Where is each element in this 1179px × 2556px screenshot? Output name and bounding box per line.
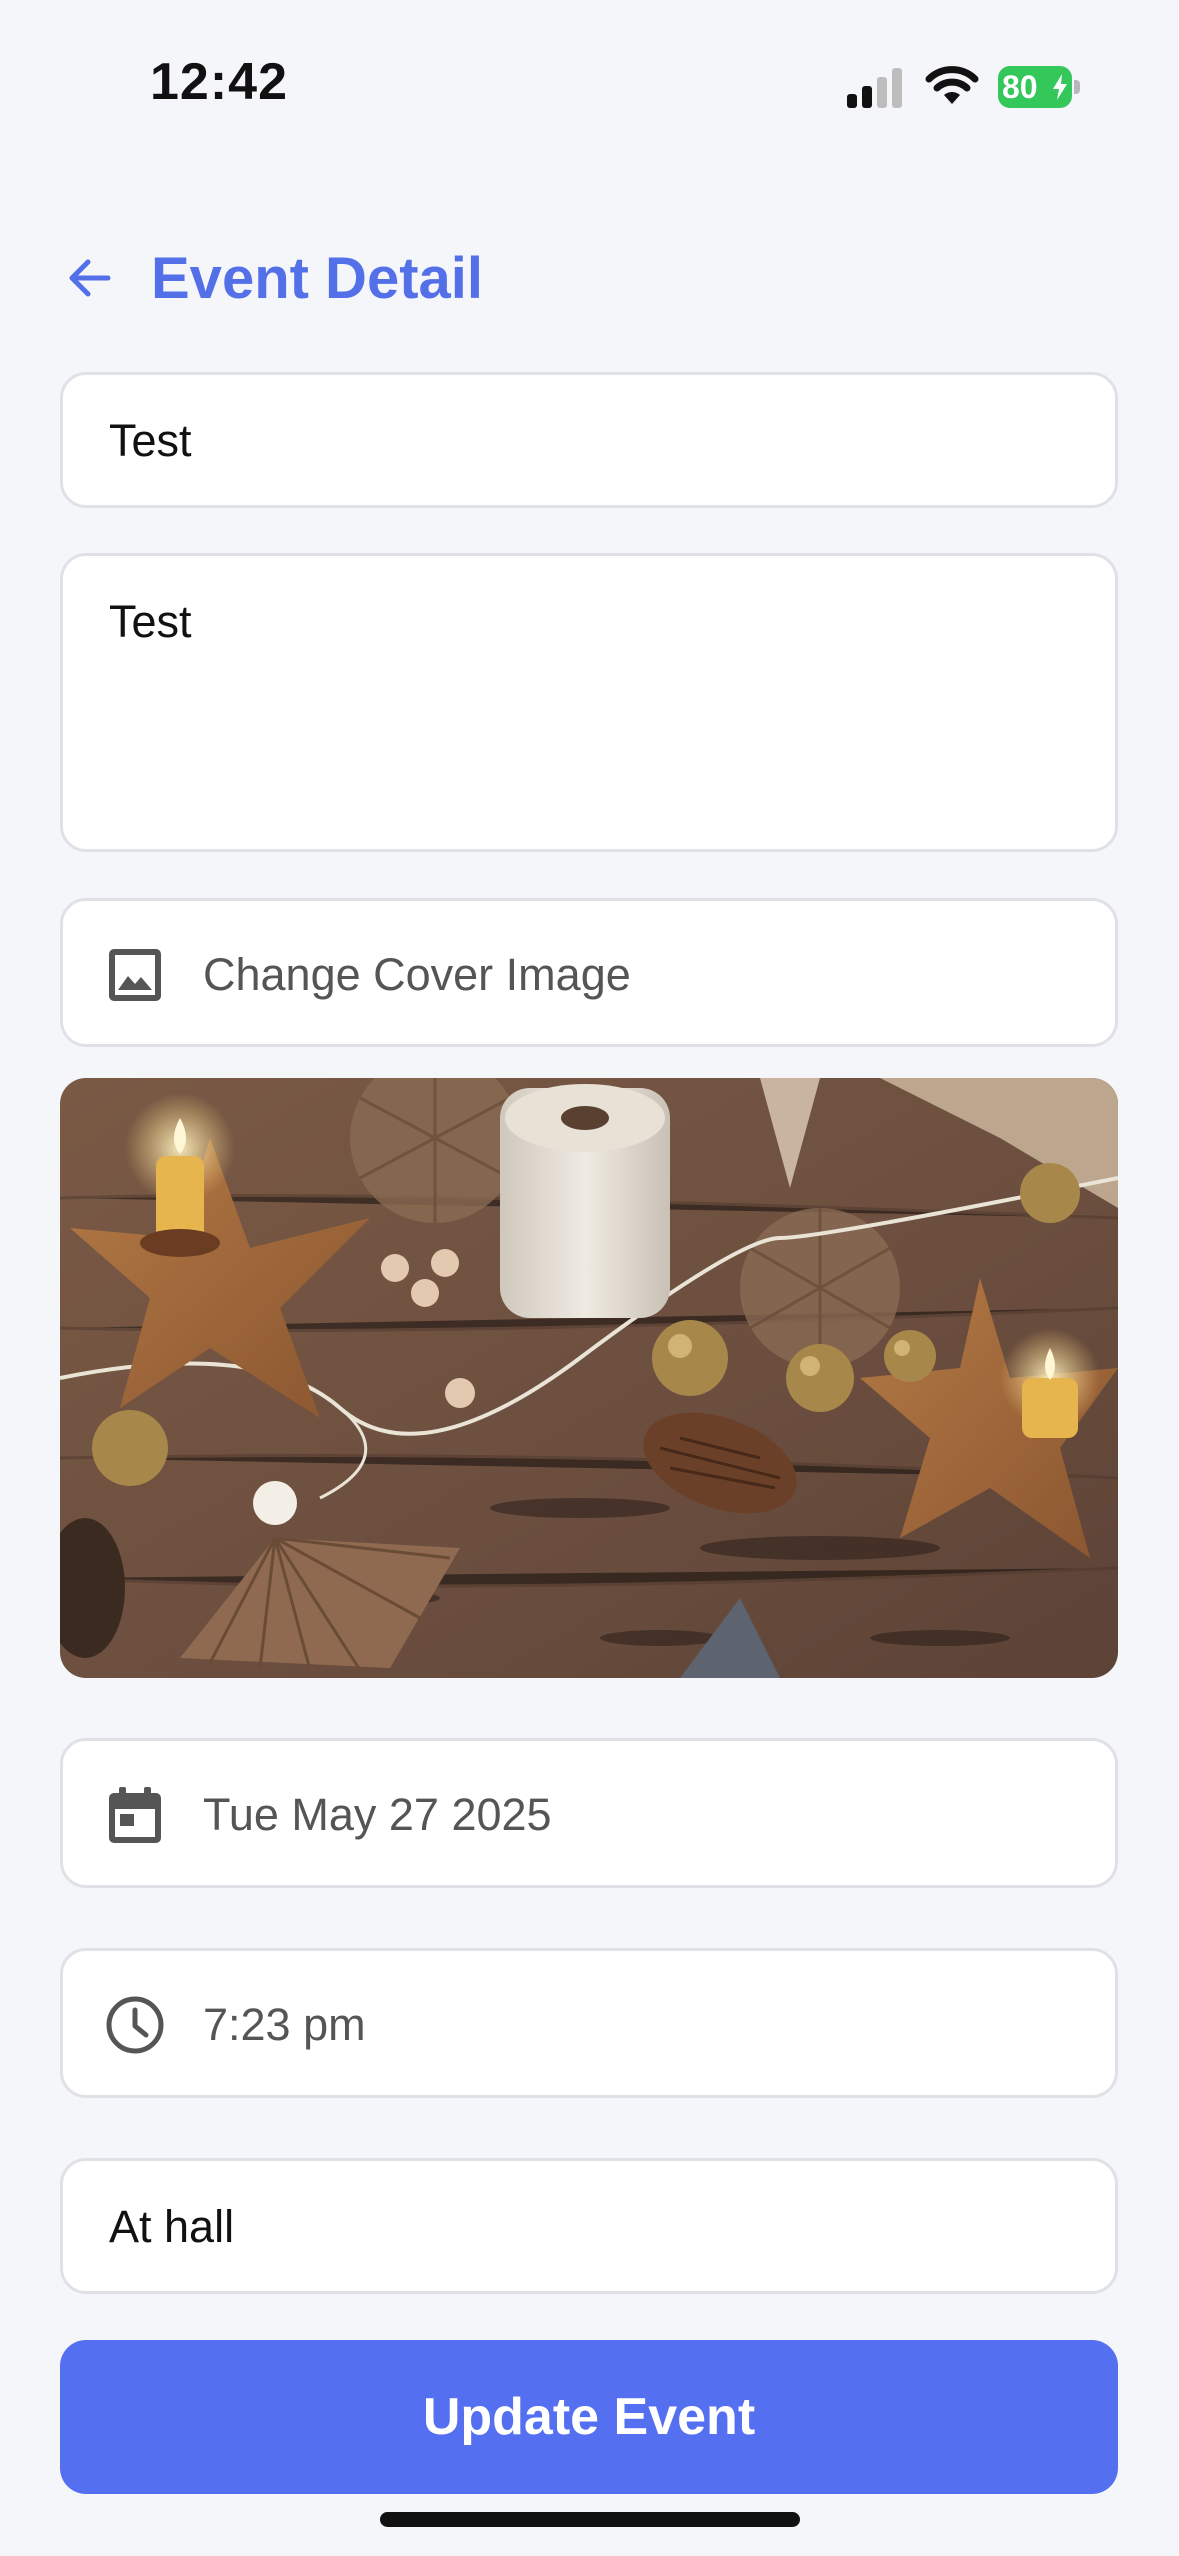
cellular-signal-icon [847, 68, 902, 108]
status-bar: 12:42 80 [0, 0, 1179, 170]
event-time-value: 7:23 pm [203, 1999, 366, 2050]
app-header: Event Detail [60, 238, 483, 318]
event-time-picker[interactable]: 7:23 pm [60, 1948, 1118, 2098]
arrow-left-icon[interactable] [60, 248, 120, 308]
cover-image-illustration [60, 1078, 1118, 1678]
charging-bolt-icon [1053, 74, 1067, 100]
clock-icon [106, 1996, 164, 2054]
event-location-input[interactable]: At hall [60, 2158, 1118, 2294]
page-title: Event Detail [151, 245, 483, 311]
cover-image [60, 1078, 1118, 1678]
battery-charging-icon: 80 [998, 66, 1080, 108]
event-date-picker[interactable]: Tue May 27 2025 [60, 1738, 1118, 1888]
event-title-value: Test [109, 415, 192, 466]
event-title-input[interactable]: Test [60, 372, 1118, 508]
event-location-value: At hall [109, 2201, 235, 2252]
status-time: 12:42 [150, 53, 288, 111]
calendar-icon [109, 1787, 161, 1843]
change-cover-image-label: Change Cover Image [203, 949, 631, 1000]
event-date-value: Tue May 27 2025 [203, 1789, 552, 1840]
battery-percent: 80 [1002, 69, 1038, 105]
image-icon [109, 949, 161, 1001]
update-event-button[interactable]: Update Event [60, 2340, 1118, 2494]
event-description-input[interactable]: Test [60, 553, 1118, 852]
change-cover-image-button[interactable]: Change Cover Image [60, 898, 1118, 1047]
event-description-value: Test [109, 596, 192, 647]
wifi-icon [925, 66, 979, 104]
home-indicator [380, 2512, 800, 2527]
